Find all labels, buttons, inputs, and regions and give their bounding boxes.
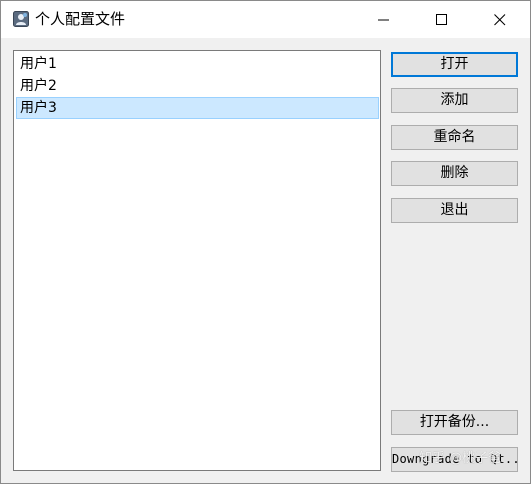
delete-button[interactable]: 删除 [391,161,518,186]
close-button[interactable] [477,1,523,38]
close-icon [494,14,506,26]
window-title: 个人配置文件 [35,10,126,28]
add-button[interactable]: 添加 [391,88,518,113]
minimize-icon [378,19,389,21]
watermark-text: 知乎 @桃子爸 [419,451,502,466]
open-backup-button[interactable]: 打开备份... [391,410,518,435]
rename-button[interactable]: 重命名 [391,125,518,150]
app-profile-icon [13,11,29,27]
profile-list[interactable]: 用户1 用户2 用户3 [13,50,381,471]
title-bar[interactable]: 个人配置文件 [1,1,530,38]
list-item[interactable]: 用户2 [16,75,379,97]
open-button[interactable]: 打开 [391,52,518,77]
maximize-icon [436,14,447,25]
profile-manager-window: 个人配置文件 用户1 用户2 用户3 打开 添加 重命名 删除 退出 打开备份.… [0,0,531,484]
minimize-button[interactable] [361,1,407,38]
maximize-button[interactable] [419,1,465,38]
exit-button[interactable]: 退出 [391,198,518,223]
list-item[interactable]: 用户1 [16,53,379,75]
list-item-selected[interactable]: 用户3 [16,97,379,119]
